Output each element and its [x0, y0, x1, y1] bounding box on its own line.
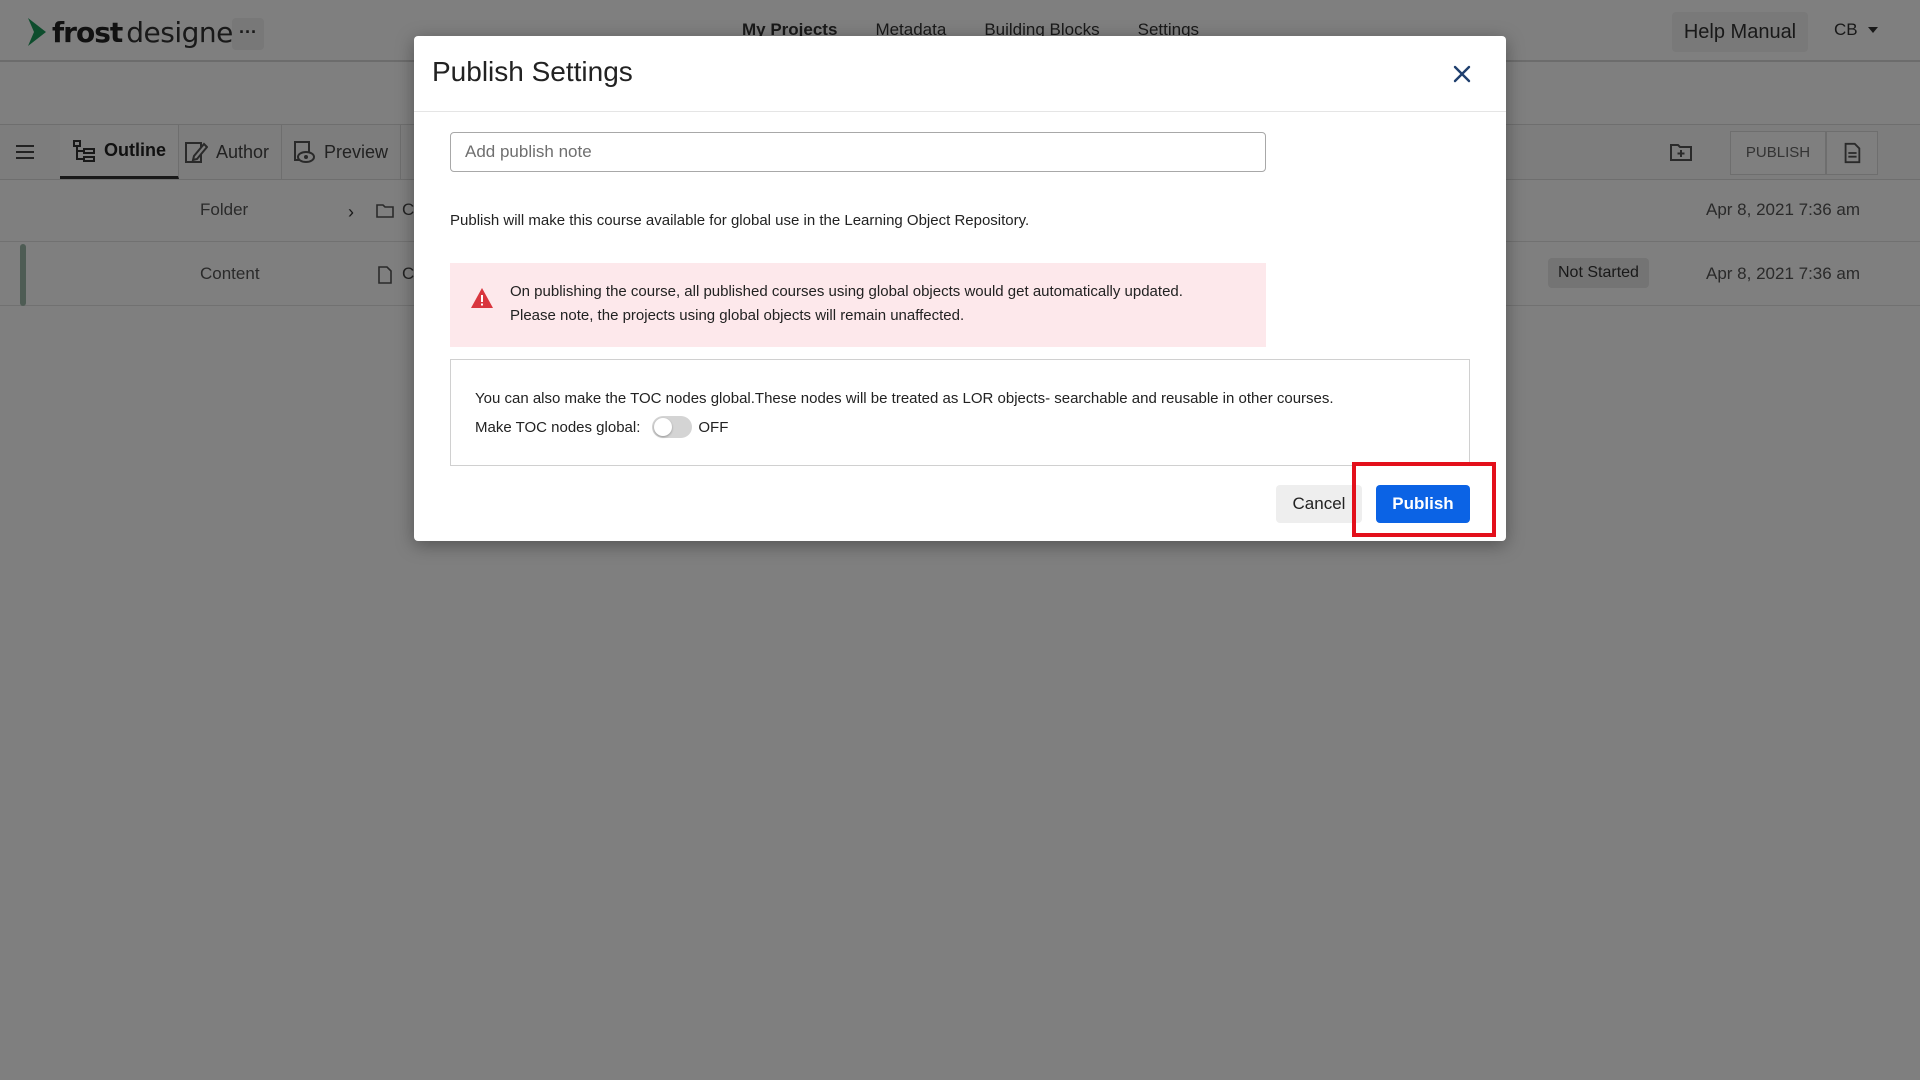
toggle-state-text: OFF [698, 418, 729, 436]
warning-alert: On publishing the course, all published … [450, 263, 1266, 347]
alert-text-line2: Please note, the projects using global o… [510, 307, 965, 324]
warning-triangle-icon [471, 288, 493, 308]
alert-text-line1: On publishing the course, all published … [510, 283, 1183, 300]
toggle-knob [654, 418, 673, 436]
toc-global-section: You can also make the TOC nodes global.T… [450, 359, 1470, 466]
toc-toggle-row: Make TOC nodes global: OFF [475, 416, 728, 438]
publish-button-highlight-box [1352, 462, 1496, 537]
publish-info-text: Publish will make this course available … [450, 212, 1030, 229]
toc-global-toggle[interactable] [652, 416, 693, 438]
close-icon[interactable] [1446, 58, 1478, 90]
publish-note-input[interactable] [450, 132, 1266, 172]
dialog-title: Publish Settings [432, 56, 633, 87]
cancel-button[interactable]: Cancel [1276, 485, 1362, 523]
dialog-header: Publish Settings [414, 36, 1506, 112]
publish-settings-dialog: Publish Settings Publish will make this … [414, 36, 1506, 541]
toc-description: You can also make the TOC nodes global.T… [475, 390, 1334, 407]
toc-toggle-label: Make TOC nodes global: [475, 418, 641, 436]
